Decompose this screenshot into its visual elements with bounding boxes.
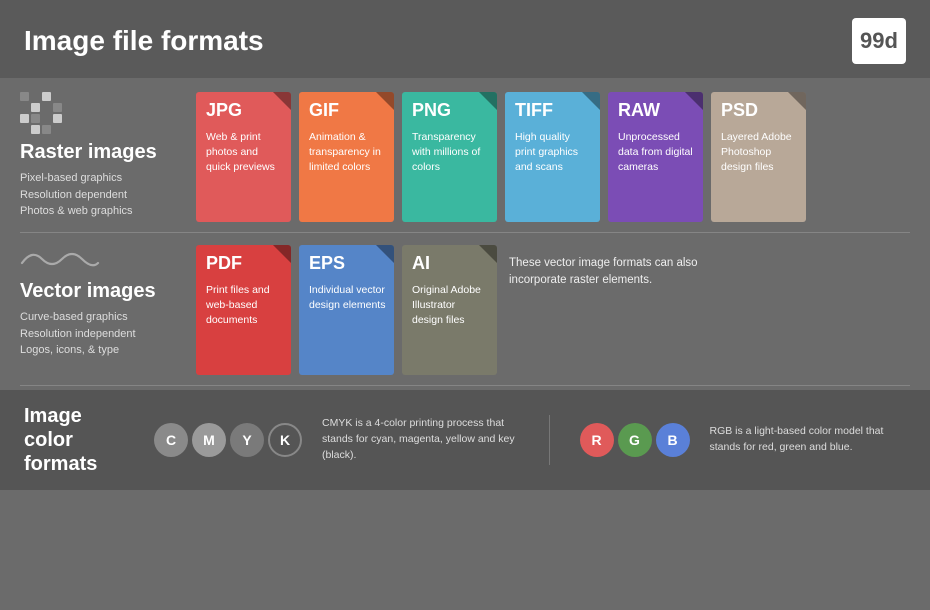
logo-99d: 99d bbox=[852, 18, 906, 64]
rgb-desc: RGB is a light-based color model that st… bbox=[710, 424, 907, 456]
file-label-ai: AI bbox=[412, 253, 430, 274]
circle-k: K bbox=[268, 423, 302, 457]
pixel-cell bbox=[31, 92, 40, 101]
file-label-raw: RAW bbox=[618, 100, 660, 121]
file-label-psd: PSD bbox=[721, 100, 758, 121]
vector-title: Vector images bbox=[20, 279, 180, 303]
file-card-bg-pdf: PDF Print files and web-based documents bbox=[196, 245, 291, 375]
circle-y: Y bbox=[230, 423, 264, 457]
file-label-eps: EPS bbox=[309, 253, 345, 274]
raster-icon bbox=[20, 92, 180, 134]
circle-m: M bbox=[192, 423, 226, 457]
wave-icon bbox=[20, 245, 180, 273]
vector-label: Vector images Curve-based graphics Resol… bbox=[20, 245, 180, 359]
dog-ear-png bbox=[479, 92, 497, 110]
section-divider bbox=[20, 232, 910, 233]
dog-ear-ai bbox=[479, 245, 497, 263]
dog-ear-jpg bbox=[273, 92, 291, 110]
pixel-cell bbox=[20, 114, 29, 123]
color-formats-section: Image color formats C M Y K CMYK is a 4-… bbox=[0, 390, 930, 490]
circle-g: G bbox=[618, 423, 652, 457]
dog-ear-tiff bbox=[582, 92, 600, 110]
raster-cards-row: JPG Web & print photos and quick preview… bbox=[196, 92, 910, 222]
file-card-png: PNG Transparency with millions of colors bbox=[402, 92, 497, 222]
circle-r: R bbox=[580, 423, 614, 457]
raster-label: Raster images Pixel-based graphics Resol… bbox=[20, 92, 180, 220]
file-label-pdf: PDF bbox=[206, 253, 242, 274]
pixel-cell bbox=[42, 103, 51, 112]
file-card-tiff: TIFF High quality print graphics and sca… bbox=[505, 92, 600, 222]
pixel-cell bbox=[31, 103, 40, 112]
file-card-pdf: PDF Print files and web-based documents bbox=[196, 245, 291, 375]
file-label-gif: GIF bbox=[309, 100, 339, 121]
pixel-cell bbox=[42, 125, 51, 134]
file-card-bg-tiff: TIFF High quality print graphics and sca… bbox=[505, 92, 600, 222]
dog-ear-psd bbox=[788, 92, 806, 110]
pixel-cell bbox=[31, 125, 40, 134]
cmyk-desc: CMYK is a 4-color printing process that … bbox=[322, 416, 519, 463]
file-card-bg-gif: GIF Animation & transparency in limited … bbox=[299, 92, 394, 222]
pixel-cell bbox=[53, 103, 62, 112]
dog-ear-gif bbox=[376, 92, 394, 110]
file-label-tiff: TIFF bbox=[515, 100, 553, 121]
circle-b: B bbox=[656, 423, 690, 457]
page-title: Image file formats bbox=[24, 25, 264, 57]
pixel-cell bbox=[53, 92, 62, 101]
file-card-psd: PSD Layered Adobe Photoshop design files bbox=[711, 92, 806, 222]
file-card-eps: EPS Individual vector design elements bbox=[299, 245, 394, 375]
file-label-png: PNG bbox=[412, 100, 451, 121]
dog-ear-eps bbox=[376, 245, 394, 263]
vector-note: These vector image formats can also inco… bbox=[505, 245, 715, 290]
file-card-jpg: JPG Web & print photos and quick preview… bbox=[196, 92, 291, 222]
pixel-cell bbox=[53, 114, 62, 123]
circle-c: C bbox=[154, 423, 188, 457]
bottom-divider bbox=[20, 385, 910, 386]
pixel-cell bbox=[20, 103, 29, 112]
file-card-bg-psd: PSD Layered Adobe Photoshop design files bbox=[711, 92, 806, 222]
vector-desc: Curve-based graphics Resolution independ… bbox=[20, 309, 180, 359]
file-card-gif: GIF Animation & transparency in limited … bbox=[299, 92, 394, 222]
file-card-bg-raw: RAW Unprocessed data from digital camera… bbox=[608, 92, 703, 222]
vector-cards-row: PDF Print files and web-based documents … bbox=[196, 245, 910, 375]
raster-section: Raster images Pixel-based graphics Resol… bbox=[0, 78, 930, 230]
header: Image file formats 99d bbox=[0, 0, 930, 78]
cmyk-group: C M Y K bbox=[154, 423, 302, 457]
file-card-ai: AI Original Adobe Illustrator design fil… bbox=[402, 245, 497, 375]
dog-ear-pdf bbox=[273, 245, 291, 263]
dog-ear-raw bbox=[685, 92, 703, 110]
color-separator bbox=[549, 415, 550, 465]
file-card-raw: RAW Unprocessed data from digital camera… bbox=[608, 92, 703, 222]
rgb-group: R G B bbox=[580, 423, 690, 457]
file-card-bg-ai: AI Original Adobe Illustrator design fil… bbox=[402, 245, 497, 375]
pixel-cell bbox=[20, 125, 29, 134]
raster-desc: Pixel-based graphics Resolution dependen… bbox=[20, 170, 180, 220]
pixel-cell bbox=[53, 125, 62, 134]
pixel-cell bbox=[31, 114, 40, 123]
color-formats-title: Image color formats bbox=[24, 404, 134, 476]
pixel-cell bbox=[42, 114, 51, 123]
pixel-cell bbox=[42, 92, 51, 101]
file-card-bg-jpg: JPG Web & print photos and quick preview… bbox=[196, 92, 291, 222]
file-label-jpg: JPG bbox=[206, 100, 242, 121]
vector-section: Vector images Curve-based graphics Resol… bbox=[0, 235, 930, 383]
pixel-cell bbox=[20, 92, 29, 101]
file-card-bg-eps: EPS Individual vector design elements bbox=[299, 245, 394, 375]
raster-title: Raster images bbox=[20, 140, 180, 164]
file-card-bg-png: PNG Transparency with millions of colors bbox=[402, 92, 497, 222]
